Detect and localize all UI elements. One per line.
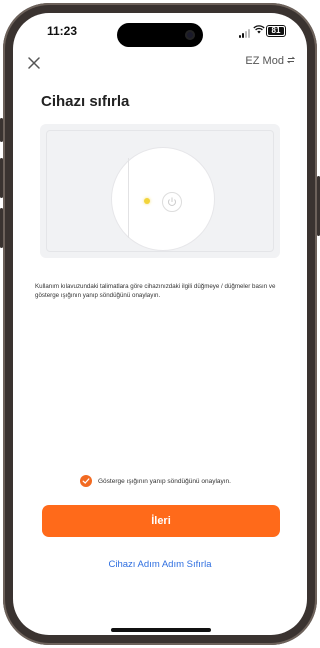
next-button[interactable]: İleri (42, 505, 280, 537)
wifi-icon (253, 25, 265, 37)
cellular-signal-icon (239, 29, 250, 38)
confirm-checkbox[interactable]: Gösterge ışığının yanıp söndüğünü onayla… (80, 475, 231, 487)
instructions-text: Kullanım kılavuzundaki talimatlara göre … (35, 283, 276, 299)
device-image (112, 148, 214, 250)
power-button-icon (162, 192, 182, 212)
status-bar: 11:23 81 (13, 13, 307, 49)
swap-arrows-icon (286, 55, 296, 67)
device-illustration (40, 124, 280, 258)
status-time: 11:23 (47, 24, 78, 38)
indicator-led (144, 198, 150, 204)
screen: 11:23 81 EZ Mod Cihazı sıfırla Kullanım … (13, 13, 307, 635)
volume-up-button (0, 158, 3, 198)
page-title: Cihazı sıfırla (41, 93, 130, 110)
volume-down-button (0, 208, 3, 248)
check-icon[interactable] (80, 475, 92, 487)
device-edge (128, 158, 129, 238)
dynamic-island (117, 23, 203, 47)
step-by-step-reset-link[interactable]: Cihazı Adım Adım Sıfırla (13, 559, 307, 570)
confirm-label: Gösterge ışığının yanıp söndüğünü onayla… (98, 477, 231, 485)
ez-mode-label: EZ Mod (245, 55, 284, 67)
battery-icon: 81 (266, 25, 286, 37)
ez-mode-toggle[interactable]: EZ Mod (245, 55, 296, 67)
home-indicator (111, 628, 211, 632)
mute-switch (0, 118, 3, 142)
close-icon[interactable] (28, 53, 40, 73)
camera-icon (185, 30, 195, 40)
phone-frame: 11:23 81 EZ Mod Cihazı sıfırla Kullanım … (0, 0, 320, 648)
battery-level: 81 (271, 26, 281, 35)
